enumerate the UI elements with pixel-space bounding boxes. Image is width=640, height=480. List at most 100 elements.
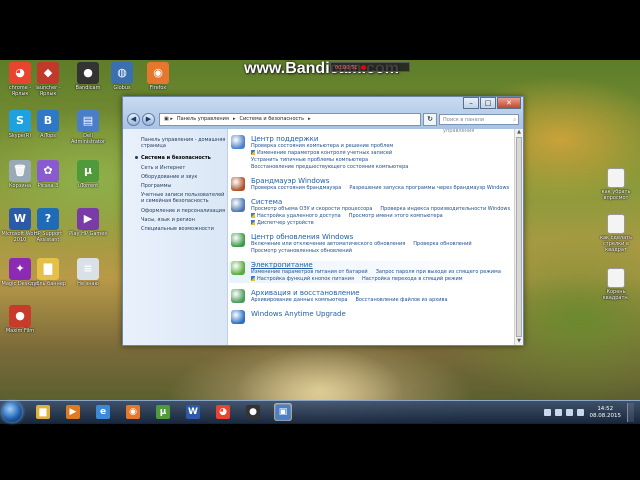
search-input[interactable]: Поиск в панели управления ⌕ <box>439 114 519 134</box>
desktop-icon[interactable]: ◆ launcher - Ярлык <box>28 62 68 97</box>
back-button[interactable]: ◀ <box>127 113 140 126</box>
volume-tray-icon[interactable] <box>576 409 584 416</box>
task-link[interactable]: Запрос пароля при выходе из спящего режи… <box>376 269 501 275</box>
clock-time: 14:52 <box>597 405 614 412</box>
clock-date: 08.08.2015 <box>589 412 622 419</box>
category-title-link[interactable]: Центр обновления Windows <box>251 233 515 241</box>
flag-tray-icon[interactable] <box>554 409 562 416</box>
control-panel-icon: ▣ <box>276 405 290 419</box>
chevron-right-icon: ▸ <box>308 116 311 122</box>
start-button[interactable] <box>2 402 22 422</box>
breadcrumb-system-security[interactable]: Система и безопасность <box>239 114 304 125</box>
desktop-icon-label: как сделать стрелки в квадрат <box>599 235 633 253</box>
category-title-link[interactable]: Брандмауэр Windows <box>251 177 515 185</box>
folder-icon: ▇ <box>37 258 59 280</box>
task-link[interactable]: Просмотр имени этого компьютера <box>349 213 443 219</box>
task-link[interactable]: Изменение параметров контроля учетных за… <box>251 150 392 156</box>
desktop-icon[interactable]: B AiTops <box>28 110 68 139</box>
task-link[interactable]: Проверка обновлений <box>413 241 471 247</box>
breadcrumb-control-panel[interactable]: Панель управления <box>177 114 229 125</box>
category-title-link[interactable]: Электропитание <box>251 261 515 269</box>
desktop-icon[interactable]: Корень квадратн. <box>596 268 636 301</box>
desktop-icon[interactable]: ▶ Play HP Games <box>68 208 108 237</box>
tray-arrow-icon[interactable] <box>543 409 551 416</box>
word-taskbar-icon[interactable]: W <box>184 403 202 421</box>
category-title-link[interactable]: Система <box>251 198 515 206</box>
desktop-icon-label: Maxim Film <box>5 328 35 334</box>
sidebar-item[interactable]: Система и безопасность <box>123 155 227 161</box>
desktop-icon[interactable]: как сделать стрелки в квадрат <box>596 214 636 253</box>
task-link[interactable]: Настройка перехода в спящий режим <box>362 276 463 282</box>
scroll-up-icon[interactable]: ▲ <box>515 129 523 136</box>
task-link[interactable]: Проверка индекса производительности Wind… <box>380 206 510 212</box>
media-player-taskbar-icon[interactable]: ▶ <box>64 403 82 421</box>
task-link[interactable]: Разрешение запуска программы через бранд… <box>349 185 509 191</box>
scroll-down-icon[interactable]: ▼ <box>515 338 523 345</box>
firewall-icon <box>231 177 245 191</box>
desktop-icon[interactable]: ◉ Firefox <box>138 62 178 91</box>
address-bar[interactable]: ▣ ▸ Панель управления ▸ Система и безопа… <box>159 113 421 126</box>
sidebar-item[interactable]: Сеть и Интернет <box>123 165 227 171</box>
task-link[interactable]: Проверка состояния компьютера и решение … <box>251 143 393 149</box>
firefox-taskbar-icon[interactable]: ◉ <box>124 403 142 421</box>
clock[interactable]: 14:52 08.08.2015 <box>590 406 622 420</box>
ie-taskbar-icon[interactable]: e <box>94 403 112 421</box>
category-title-link[interactable]: Центр поддержки <box>251 135 515 143</box>
maximize-button[interactable]: □ <box>480 97 496 109</box>
task-link[interactable]: Настройка удаленного доступа <box>251 213 341 219</box>
battery-icon <box>231 261 245 275</box>
flag-icon <box>231 135 245 149</box>
vertical-scrollbar[interactable]: ▲ ▼ <box>514 129 523 345</box>
control-panel-taskbar-icon[interactable]: ▣ <box>274 403 292 421</box>
category-title-link[interactable]: Архивация и восстановление <box>251 289 515 297</box>
show-desktop-button[interactable] <box>627 403 634 422</box>
desktop-icon[interactable]: µ uTorrent <box>68 160 108 189</box>
task-link[interactable]: Архивирование данных компьютера <box>251 297 347 303</box>
desktop-icon[interactable]: ◍ Globus <box>102 62 142 91</box>
task-link[interactable]: Проверка состояния брандмауэра <box>251 185 341 191</box>
category-title-link[interactable]: Windows Anytime Upgrade <box>251 310 515 318</box>
desktop-icon[interactable]: ✿ Picasa 3 <box>28 160 68 189</box>
utorrent-taskbar-icon[interactable]: µ <box>154 403 172 421</box>
hp-icon: ? <box>37 208 59 230</box>
sidebar-item[interactable]: Специальные возможности <box>123 226 227 232</box>
category-section: Windows Anytime Upgrade <box>229 310 515 324</box>
sidebar-item[interactable]: Учетные записи пользователей и семейная … <box>123 192 227 204</box>
sidebar-item[interactable]: Часы, язык и регион <box>123 217 227 223</box>
desktop-icon[interactable]: ? HP Support Assistant <box>28 208 68 243</box>
forward-button[interactable]: ▶ <box>142 113 155 126</box>
task-link[interactable]: Настройка функций кнопок питания <box>251 276 354 282</box>
task-link[interactable]: Включение или отключение автоматического… <box>251 241 405 247</box>
refresh-button[interactable]: ↻ <box>423 113 437 126</box>
sidebar-item[interactable]: Программы <box>123 183 227 189</box>
desktop-icon-label: AiTops <box>40 133 56 139</box>
task-link[interactable]: Просмотр объема ОЗУ и скорости процессор… <box>251 206 372 212</box>
firefox-icon: ◉ <box>126 405 140 419</box>
sidebar-item[interactable]: Оборудование и звук <box>123 174 227 180</box>
desktop-icon[interactable]: ▤ Dell Administrator <box>68 110 108 145</box>
task-link[interactable]: Восстановление файлов из архива <box>355 297 447 303</box>
task-link[interactable]: Диспетчер устройств <box>251 220 314 226</box>
category-list: Центр поддержки Проверка состояния компью… <box>229 129 515 345</box>
chrome-taskbar-icon[interactable]: ◕ <box>214 403 232 421</box>
sidebar-item[interactable]: Панель управления - домашняя страница <box>123 137 227 149</box>
desktop-icon-label: Не знаю <box>77 281 99 287</box>
task-link[interactable]: Просмотр установленных обновлений <box>251 248 352 254</box>
bandicam-taskbar-icon[interactable]: ● <box>244 403 262 421</box>
desktop-icon[interactable]: ≡ Не знаю <box>68 258 108 287</box>
desktop-icon[interactable]: как убрать впросмот <box>596 168 636 201</box>
desktop-icon[interactable]: ▇ дубль баннер <box>28 258 68 287</box>
minimize-button[interactable]: – <box>463 97 479 109</box>
explorer-taskbar-icon[interactable]: ▆ <box>34 403 52 421</box>
close-button[interactable]: ✕ <box>497 97 521 109</box>
desktop-icon[interactable]: ● Maxim Film <box>0 305 40 334</box>
sidebar: Панель управления - домашняя страница Сис… <box>123 129 228 345</box>
task-link[interactable]: Устранить типичные проблемы компьютера <box>251 157 368 163</box>
task-link[interactable]: Восстановление предшествующего состояния… <box>251 164 408 170</box>
network-tray-icon[interactable] <box>565 409 573 416</box>
system-tray: 14:52 08.08.2015 <box>543 403 634 422</box>
globus-icon: ◍ <box>111 62 133 84</box>
sidebar-item[interactable]: Оформление и персонализация <box>123 208 227 214</box>
scroll-thumb[interactable] <box>516 137 522 337</box>
task-link[interactable]: Изменение параметров питания от батарей <box>251 269 368 275</box>
